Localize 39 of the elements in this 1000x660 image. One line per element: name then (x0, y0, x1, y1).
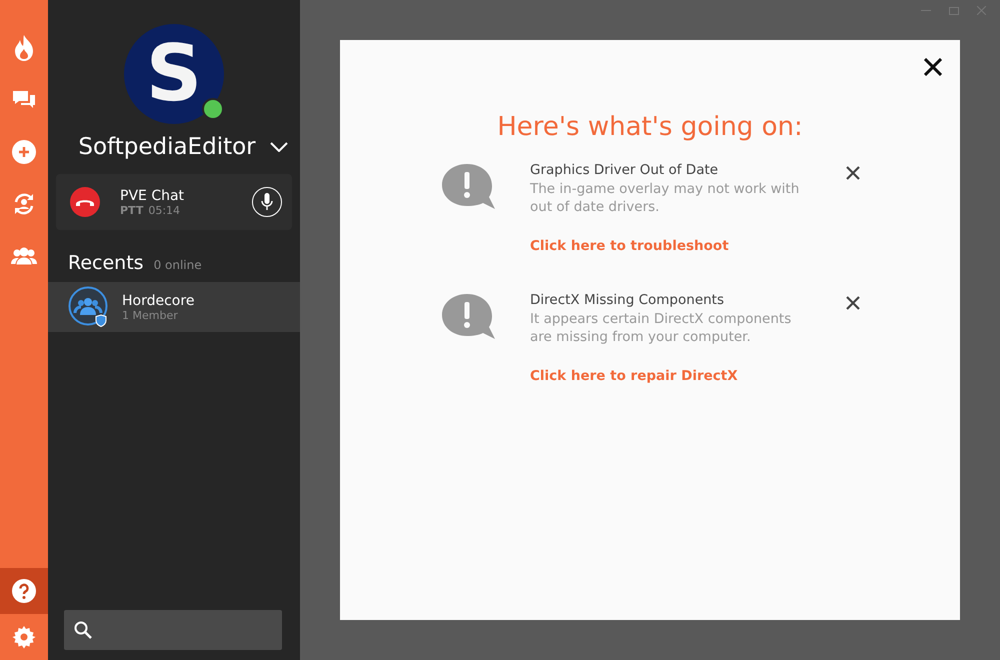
chat-icon (12, 90, 36, 110)
microphone-button[interactable] (252, 187, 282, 217)
group-icon (11, 247, 37, 265)
username: SoftpediaEditor (78, 134, 256, 160)
hang-up-button[interactable] (70, 187, 100, 217)
rail-button[interactable] (0, 568, 48, 614)
sync-user-icon (12, 192, 36, 216)
search-icon (74, 621, 92, 639)
group-name: Hordecore (122, 292, 194, 308)
recent-item[interactable]: Hordecore 1 Member (48, 282, 300, 332)
troubleshoot-link[interactable]: Click here to troubleshoot (530, 238, 729, 254)
alert-bubble-icon (440, 162, 496, 212)
channel-name: PVE Chat (120, 188, 186, 204)
dialog-title: Here's what's going on: (497, 112, 803, 142)
call-duration: 05:14 (148, 204, 180, 216)
settings-icon (12, 625, 36, 649)
maximize-icon[interactable] (949, 6, 959, 14)
close-icon[interactable] (924, 58, 942, 76)
help-icon (12, 579, 36, 603)
notice-title: DirectX Missing Components (530, 292, 726, 308)
notice-title: Graphics Driver Out of Date (530, 162, 720, 178)
microphone-icon (261, 193, 273, 211)
online-count: 0 online (154, 258, 202, 272)
add-icon (12, 140, 36, 164)
voice-mode: PTT (120, 204, 144, 216)
phone-icon (75, 198, 95, 206)
section-title: Recents (68, 252, 144, 274)
search-field[interactable] (64, 610, 282, 650)
notice-message: It appears certain DirectX components are missing from your computer. (530, 310, 792, 346)
troubleshoot-link[interactable]: Click here to repair DirectX (530, 368, 738, 384)
alert-bubble-icon (440, 292, 496, 342)
dismiss-icon[interactable] (846, 166, 860, 180)
member-count: 1 Member (122, 308, 179, 322)
dismiss-icon[interactable] (846, 296, 860, 310)
chevron-down-icon[interactable] (270, 142, 288, 152)
flame-icon (13, 35, 35, 61)
group-avatar-icon (68, 286, 110, 328)
avatar-letter: S (146, 35, 202, 113)
notice-message: The in-game overlay may not work with out of date drivers. (530, 180, 800, 216)
